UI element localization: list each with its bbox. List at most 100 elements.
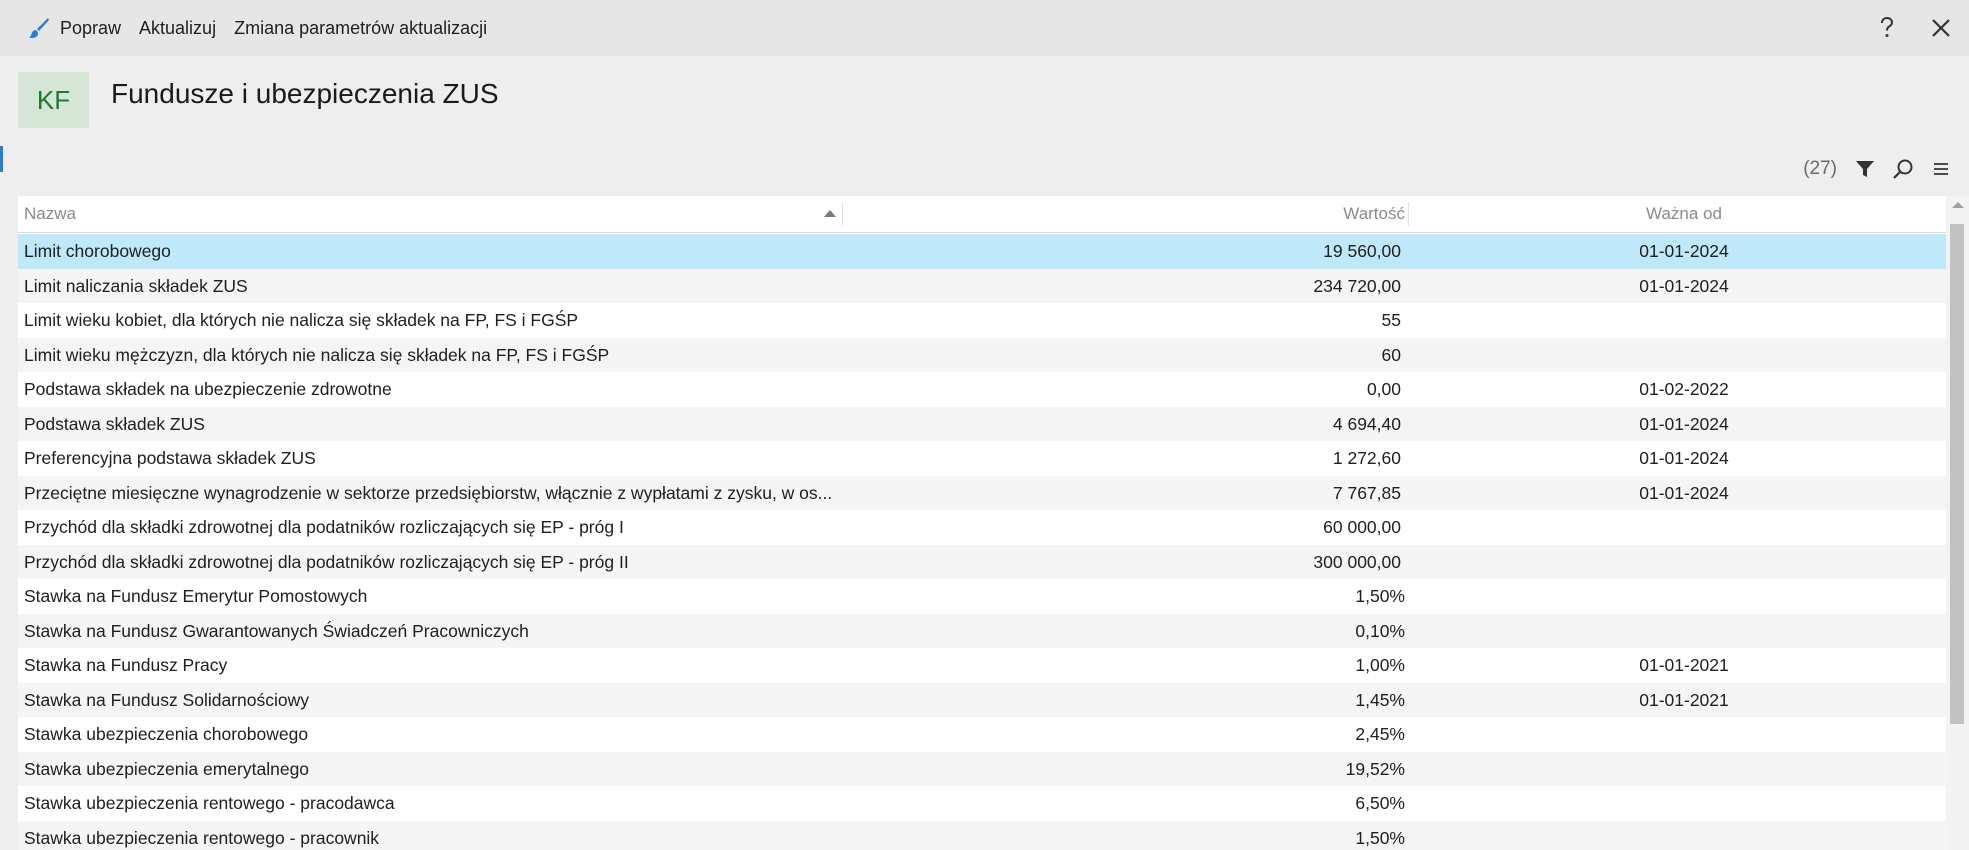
table-row[interactable]: Przychód dla składki zdrowotnej dla poda…	[18, 510, 1946, 545]
help-icon[interactable]	[1875, 16, 1899, 40]
change-update-parameters-button[interactable]: Zmiana parametrów aktualizacji	[234, 18, 487, 39]
cell-name: Stawka ubezpieczenia chorobowego	[24, 724, 309, 744]
cell-name: Limit chorobowego	[24, 241, 171, 261]
cell-value: 19 560,00	[1323, 241, 1401, 261]
cell-name: Preferencyjna podstawa składek ZUS	[24, 448, 316, 468]
table-row[interactable]: Podstawa składek na ubezpieczenie zdrowo…	[18, 372, 1946, 407]
table-row[interactable]: Limit naliczania składek ZUS 234 720,00 01…	[18, 268, 1946, 303]
cell-valid-from	[1410, 821, 1958, 850]
fix-button[interactable]: Popraw	[28, 17, 121, 39]
page-title: Fundusze i ubezpieczenia ZUS	[111, 78, 499, 109]
table-row[interactable]: Przeciętne miesięczne wynagrodzenie w se…	[18, 475, 1946, 510]
cell-valid-from	[1410, 303, 1958, 338]
close-icon[interactable]	[1929, 16, 1953, 40]
cell-valid-from	[1410, 752, 1958, 787]
table-row[interactable]: Stawka na Fundusz Gwarantowanych Świadcz…	[18, 613, 1946, 648]
cell-value: 4 694,40	[1332, 413, 1401, 434]
table-row[interactable]: Stawka ubezpieczenia emerytalnego 19,52%	[18, 751, 1946, 786]
cell-valid-from	[1410, 579, 1958, 614]
cell-value: 0,00	[1366, 379, 1401, 399]
cell-value: 60 000,00	[1323, 517, 1401, 537]
vertical-scrollbar[interactable]	[1946, 196, 1969, 850]
menu-icon[interactable]	[1929, 157, 1953, 181]
table-row[interactable]: Stawka ubezpieczenia rentowego - pracoda…	[18, 786, 1946, 821]
cell-name: Stawka na Fundusz Solidarnościowy	[24, 689, 310, 710]
cell-name: Przeciętne miesięczne wynagrodzenie w se…	[24, 482, 833, 503]
change-update-parameters-label: Zmiana parametrów aktualizacji	[234, 17, 488, 38]
column-header-value[interactable]: Wartość	[848, 196, 1405, 232]
table-row[interactable]: Stawka ubezpieczenia rentowego - pracown…	[18, 820, 1946, 850]
table-row[interactable]: Stawka na Fundusz Pracy 1,00% 01-01-2021	[18, 648, 1946, 683]
cell-valid-from: 01-01-2021	[1639, 655, 1729, 675]
cell-value: 6,50%	[1355, 793, 1405, 813]
cell-valid-from	[1410, 338, 1958, 373]
brush-icon	[28, 17, 50, 39]
cell-value: 1,50%	[1355, 586, 1405, 606]
grid-rows: Limit chorobowego 19 560,00 01-01-2024 Limi…	[18, 234, 1946, 850]
cell-value: 300 000,00	[1313, 551, 1401, 572]
table-row[interactable]: Limit wieku mężczyzn, dla których nie na…	[18, 337, 1946, 372]
cell-value: 2,45%	[1355, 724, 1405, 744]
scroll-up-icon[interactable]	[1952, 202, 1964, 208]
cell-name: Podstawa składek na ubezpieczenie zdrowo…	[24, 379, 392, 399]
cell-valid-from: 01-01-2024	[1639, 275, 1729, 296]
cell-value: 1,50%	[1355, 827, 1405, 848]
column-separator[interactable]	[842, 202, 843, 226]
grid-header: Nazwa Wartość Ważna od	[18, 196, 1946, 233]
table-row[interactable]: Stawka na Fundusz Emerytur Pomostowych 1,…	[18, 579, 1946, 614]
column-separator[interactable]	[1408, 202, 1409, 226]
cell-name: Stawka na Fundusz Gwarantowanych Świadcz…	[24, 620, 529, 641]
cell-valid-from: 01-01-2024	[1639, 241, 1729, 261]
column-header-name[interactable]: Nazwa	[24, 196, 76, 232]
cell-value: 1,00%	[1355, 655, 1405, 675]
cell-valid-from: 01-02-2022	[1639, 379, 1729, 399]
update-button[interactable]: Aktualizuj	[139, 18, 216, 39]
cell-valid-from: 01-01-2021	[1639, 689, 1729, 710]
cell-name: Limit wieku mężczyzn, dla których nie na…	[24, 344, 610, 365]
update-button-label: Aktualizuj	[139, 17, 217, 38]
toolbar: Popraw Aktualizuj Zmiana parametrów aktu…	[0, 0, 1969, 56]
grid-tools: (27)	[1803, 154, 1953, 184]
module-badge: KF	[18, 72, 89, 128]
table-row[interactable]: Przychód dla składki zdrowotnej dla poda…	[18, 544, 1946, 579]
cell-valid-from: 01-01-2024	[1639, 413, 1729, 434]
cell-name: Stawka ubezpieczenia rentowego - pracown…	[24, 827, 380, 848]
left-accent-bar	[0, 146, 3, 172]
fix-button-label: Popraw	[60, 17, 122, 38]
cell-value: 1 272,60	[1332, 448, 1401, 468]
scroll-thumb[interactable]	[1950, 224, 1964, 724]
cell-valid-from	[1410, 786, 1958, 821]
cell-name: Limit wieku kobiet, dla których nie nali…	[24, 310, 579, 330]
page-header: KF Fundusze i ubezpieczenia ZUS	[0, 56, 1969, 144]
table-row[interactable]: Limit wieku kobiet, dla których nie nali…	[18, 303, 1946, 338]
table-row[interactable]: Limit chorobowego 19 560,00 01-01-2024	[18, 234, 1946, 269]
cell-value: 55	[1381, 310, 1401, 330]
cell-name: Przychód dla składki zdrowotnej dla poda…	[24, 551, 629, 572]
cell-name: Przychód dla składki zdrowotnej dla poda…	[24, 517, 624, 537]
cell-value: 7 767,85	[1332, 482, 1401, 503]
search-icon[interactable]	[1891, 157, 1915, 181]
cell-name: Stawka ubezpieczenia rentowego - pracoda…	[24, 793, 395, 813]
cell-valid-from: 01-01-2024	[1639, 482, 1729, 503]
cell-valid-from	[1410, 717, 1958, 752]
table-row[interactable]: Stawka na Fundusz Solidarnościowy 1,45% 01…	[18, 682, 1946, 717]
cell-valid-from	[1410, 545, 1958, 580]
column-header-valid-from[interactable]: Ważna od	[1410, 196, 1958, 232]
sort-ascending-icon	[824, 210, 836, 217]
table-row[interactable]: Preferencyjna podstawa składek ZUS 1 272,…	[18, 441, 1946, 476]
cell-valid-from	[1410, 510, 1958, 545]
cell-valid-from	[1410, 614, 1958, 649]
data-grid: Nazwa Wartość Ważna od Limit chorobowego…	[18, 196, 1969, 850]
cell-name: Stawka ubezpieczenia emerytalnego	[24, 758, 310, 779]
cell-value: 60	[1381, 344, 1401, 365]
table-row[interactable]: Podstawa składek ZUS 4 694,40 01-01-2024	[18, 406, 1946, 441]
cell-name: Stawka na Fundusz Pracy	[24, 655, 228, 675]
table-row[interactable]: Stawka ubezpieczenia chorobowego 2,45%	[18, 717, 1946, 752]
cell-value: 0,10%	[1355, 620, 1405, 641]
cell-name: Limit naliczania składek ZUS	[24, 275, 248, 296]
cell-value: 19,52%	[1345, 758, 1405, 779]
cell-name: Stawka na Fundusz Emerytur Pomostowych	[24, 586, 368, 606]
cell-valid-from: 01-01-2024	[1639, 448, 1729, 468]
record-count: (27)	[1803, 158, 1837, 179]
filter-icon[interactable]	[1853, 157, 1877, 181]
